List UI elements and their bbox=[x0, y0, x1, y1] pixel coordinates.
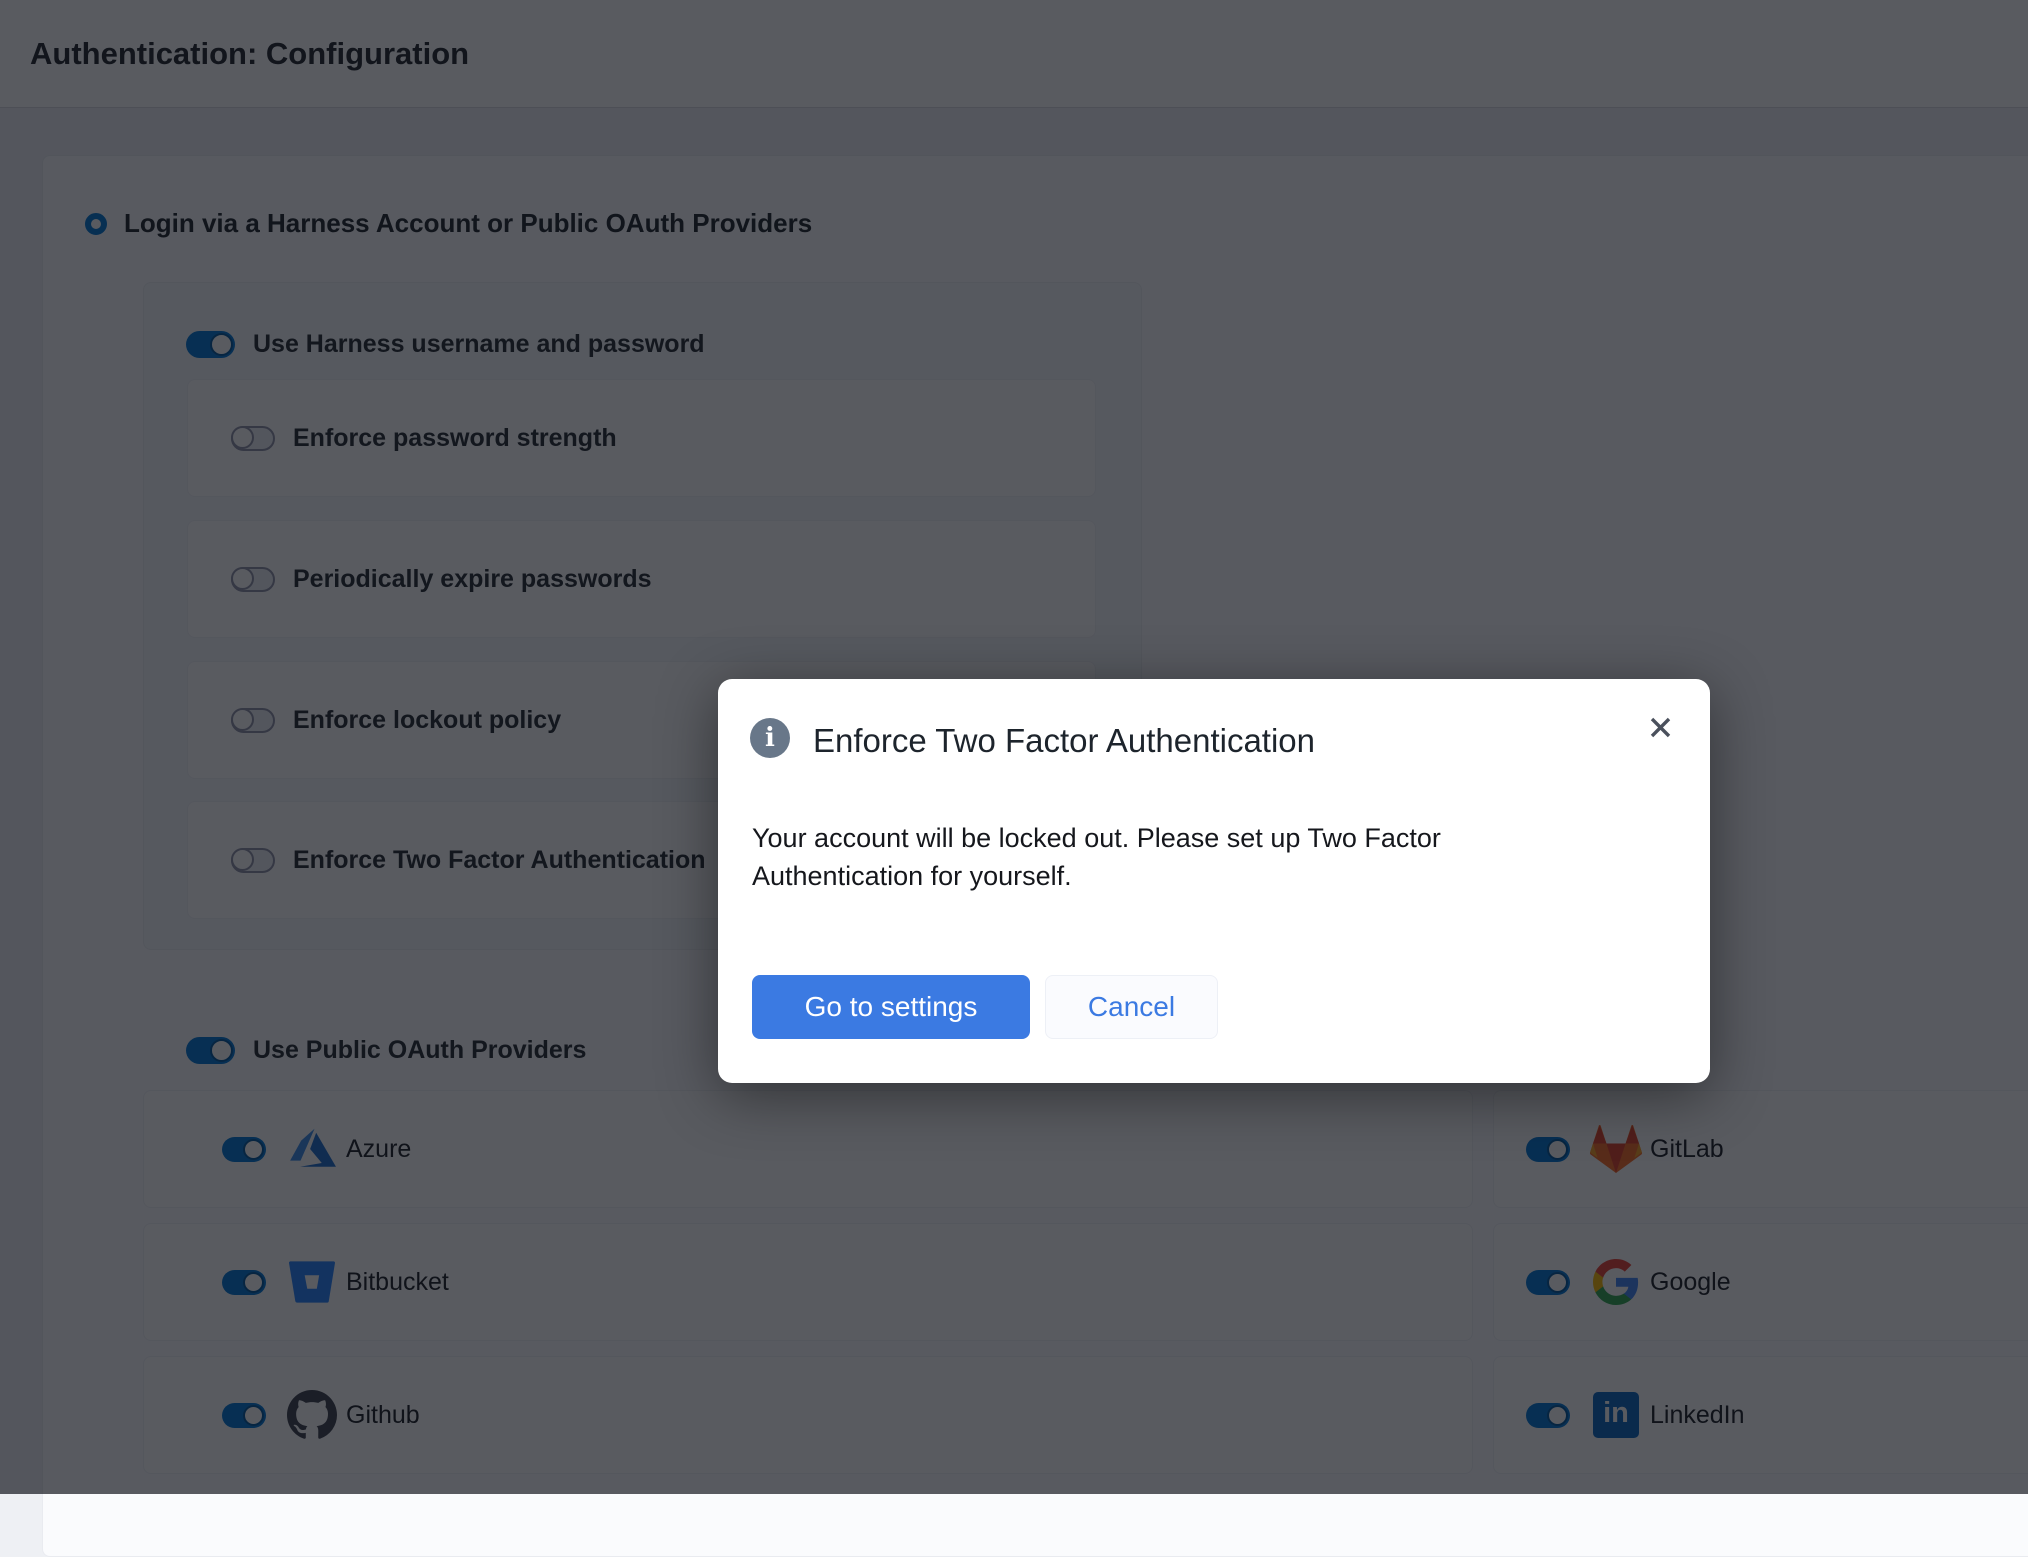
close-icon[interactable] bbox=[1638, 705, 1682, 749]
enforce-2fa-modal: i Enforce Two Factor Authentication Your… bbox=[718, 679, 1710, 1083]
modal-title: Enforce Two Factor Authentication bbox=[813, 722, 1315, 760]
go-to-settings-button[interactable]: Go to settings bbox=[752, 975, 1030, 1039]
modal-body-text: Your account will be locked out. Please … bbox=[752, 819, 1572, 895]
info-icon: i bbox=[750, 718, 790, 758]
cancel-button[interactable]: Cancel bbox=[1045, 975, 1218, 1039]
